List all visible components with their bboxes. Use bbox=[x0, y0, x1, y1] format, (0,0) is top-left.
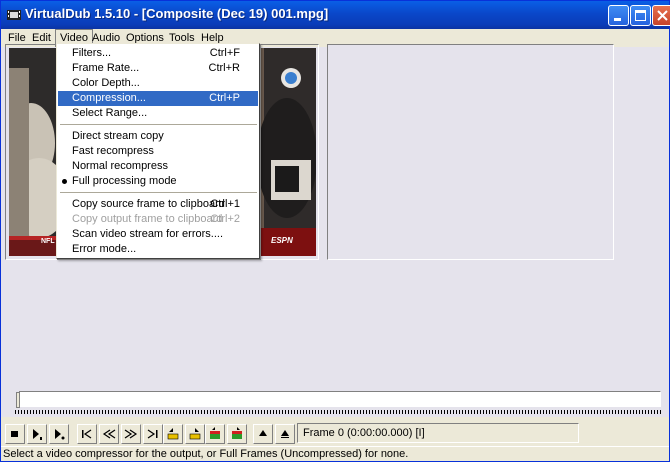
menu-item-select-range[interactable]: Select Range... bbox=[58, 106, 258, 121]
frame-position-display: Frame 0 (0:00:00.000) [I] bbox=[297, 423, 579, 443]
scene-forward-button[interactable] bbox=[227, 424, 247, 444]
menu-item-label: Direct stream copy bbox=[72, 130, 164, 142]
espn-logo: ESPN bbox=[271, 236, 293, 245]
menu-item-fast-recompress[interactable]: Fast recompress bbox=[58, 144, 258, 159]
video-menu-dropdown: Filters... Ctrl+F Frame Rate... Ctrl+R Col… bbox=[56, 43, 260, 259]
previous-frame-icon bbox=[102, 429, 116, 439]
previous-keyframe-button[interactable] bbox=[163, 424, 183, 444]
maximize-icon bbox=[635, 10, 646, 21]
menu-item-shortcut: Ctrl+2 bbox=[210, 213, 240, 225]
play-input-button[interactable] bbox=[27, 424, 47, 444]
menu-item-direct-stream-copy[interactable]: Direct stream copy bbox=[58, 129, 258, 144]
menu-item-compression[interactable]: Compression... Ctrl+P bbox=[58, 91, 258, 106]
play-input-icon bbox=[33, 429, 42, 440]
stop-button[interactable] bbox=[5, 424, 25, 444]
menu-item-label: Frame Rate... bbox=[72, 62, 140, 74]
virtualdub-film-icon bbox=[7, 10, 21, 20]
go-to-end-icon bbox=[147, 429, 158, 439]
scene-back-icon bbox=[210, 427, 220, 439]
menu-item-label: Copy output frame to clipboard bbox=[72, 213, 223, 225]
window-title: VirtualDub 1.5.10 - [Composite (Dec 19) … bbox=[25, 6, 329, 21]
scene-forward-icon bbox=[232, 427, 242, 439]
main-window: VirtualDub 1.5.10 - [Composite (Dec 19) … bbox=[0, 0, 670, 462]
go-to-start-button[interactable] bbox=[77, 424, 97, 444]
menu-item-label: Color Depth... bbox=[72, 77, 140, 89]
maximize-button[interactable] bbox=[630, 5, 651, 26]
menu-separator bbox=[60, 124, 257, 126]
menu-item-frame-rate[interactable]: Frame Rate... Ctrl+R bbox=[58, 61, 258, 76]
scene-back-button[interactable] bbox=[205, 424, 225, 444]
menu-item-label: Filters... bbox=[72, 47, 112, 59]
trackbar-thumb[interactable] bbox=[16, 392, 20, 408]
output-video-pane bbox=[327, 44, 614, 260]
minimize-button[interactable] bbox=[608, 5, 629, 26]
mark-in-button[interactable] bbox=[253, 424, 273, 444]
menu-item-label: Copy source frame to clipboard bbox=[72, 198, 225, 210]
title-bar[interactable]: VirtualDub 1.5.10 - [Composite (Dec 19) … bbox=[1, 1, 670, 29]
menu-item-label: Error mode... bbox=[72, 243, 137, 255]
next-keyframe-button[interactable] bbox=[185, 424, 205, 444]
radio-bullet-icon bbox=[62, 179, 67, 184]
menu-item-color-depth[interactable]: Color Depth... bbox=[58, 76, 258, 91]
menu-item-shortcut: Ctrl+R bbox=[208, 62, 240, 74]
close-icon bbox=[657, 10, 668, 21]
status-bar: Select a video compressor for the output… bbox=[1, 446, 669, 461]
play-output-icon bbox=[55, 429, 65, 440]
previous-keyframe-icon bbox=[167, 428, 179, 440]
play-output-button[interactable] bbox=[49, 424, 69, 444]
mark-in-icon bbox=[259, 430, 267, 436]
menu-item-filters[interactable]: Filters... Ctrl+F bbox=[58, 46, 258, 61]
menu-item-shortcut: Ctrl+1 bbox=[210, 198, 240, 210]
go-to-start-icon bbox=[82, 429, 92, 439]
next-frame-icon bbox=[124, 429, 138, 439]
close-button[interactable] bbox=[652, 5, 670, 26]
trackbar-ticks bbox=[15, 410, 661, 414]
menu-item-scan-video-stream[interactable]: Scan video stream for errors.... bbox=[58, 227, 258, 242]
go-to-end-button[interactable] bbox=[143, 424, 163, 444]
menu-item-copy-source-frame[interactable]: Copy source frame to clipboard Ctrl+1 bbox=[58, 197, 258, 212]
menu-item-full-processing-mode[interactable]: Full processing mode bbox=[58, 174, 258, 189]
position-trackbar[interactable] bbox=[15, 391, 661, 409]
menu-item-label: Select Range... bbox=[72, 107, 148, 119]
menu-item-shortcut: Ctrl+F bbox=[209, 47, 240, 59]
previous-frame-button[interactable] bbox=[99, 424, 119, 444]
menu-item-label: Full processing mode bbox=[72, 175, 177, 187]
menu-item-label: Fast recompress bbox=[72, 145, 154, 157]
menu-item-error-mode[interactable]: Error mode... bbox=[58, 242, 258, 257]
next-frame-button[interactable] bbox=[121, 424, 141, 444]
menu-item-label: Normal recompress bbox=[72, 160, 168, 172]
mark-out-icon bbox=[281, 430, 289, 438]
next-keyframe-icon bbox=[189, 428, 201, 440]
minimize-icon bbox=[614, 18, 621, 21]
nfl-logo: NFL bbox=[41, 238, 55, 245]
trackbar-groove bbox=[19, 391, 661, 407]
menu-item-copy-output-frame[interactable]: Copy output frame to clipboard Ctrl+2 bbox=[58, 212, 258, 227]
mark-out-button[interactable] bbox=[275, 424, 295, 444]
menu-separator bbox=[60, 192, 257, 194]
menu-item-label: Scan video stream for errors.... bbox=[72, 228, 223, 240]
menu-item-normal-recompress[interactable]: Normal recompress bbox=[58, 159, 258, 174]
stop-icon bbox=[11, 431, 18, 437]
menu-item-shortcut: Ctrl+P bbox=[209, 92, 240, 104]
menu-item-label: Compression... bbox=[72, 92, 146, 104]
